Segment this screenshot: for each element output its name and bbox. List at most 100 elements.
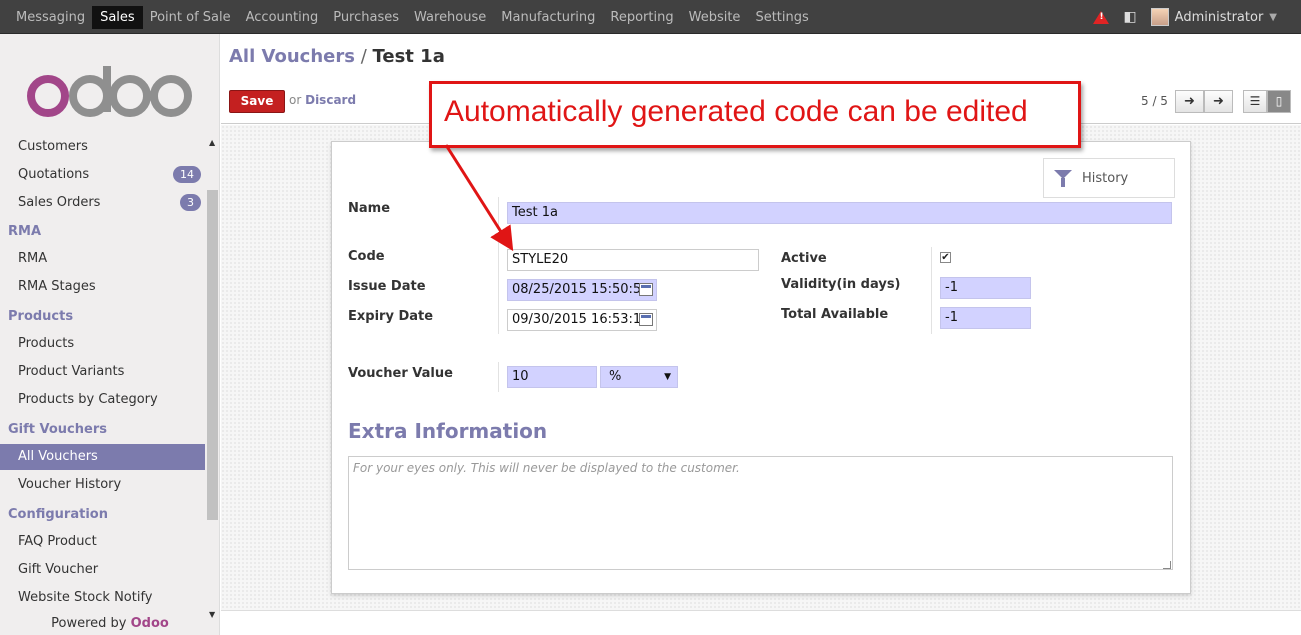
sidebar-item-label: All Vouchers — [18, 449, 98, 464]
topmenu-sales[interactable]: Sales — [92, 5, 143, 29]
sidebar-scrollbar[interactable]: ▲ ▼ — [207, 138, 218, 620]
sidebar-item-website-stock-notify[interactable]: Website Stock Notify — [0, 585, 205, 611]
code-field[interactable]: STYLE20 — [507, 249, 759, 271]
sidebar-section-products: Products — [8, 309, 73, 324]
sidebar-item-products-by-category[interactable]: Products by Category — [0, 387, 205, 413]
scroll-thumb[interactable] — [207, 190, 218, 520]
sidebar-menu: Customers Quotations 14 Sales Orders 3 RMA RMA… — [0, 134, 205, 614]
pager-value: 5 / 5 — [1141, 94, 1168, 108]
total-available-field[interactable]: -1 — [940, 307, 1031, 329]
content-footer — [221, 610, 1301, 635]
next-record-button[interactable]: ➜ — [1204, 90, 1233, 113]
calendar-icon[interactable] — [639, 283, 653, 296]
topmenu-warehouse[interactable]: Warehouse — [414, 5, 486, 30]
filter-icon — [1054, 170, 1072, 187]
breadcrumb: All Vouchers / Test 1a — [229, 46, 445, 67]
sidebar: Customers Quotations 14 Sales Orders 3 RMA RMA… — [0, 34, 220, 635]
count-badge: 3 — [180, 194, 201, 211]
chevron-down-icon[interactable]: ▼ — [1269, 12, 1277, 23]
or-label: or — [289, 93, 302, 107]
sidebar-item-label: Sales Orders — [18, 195, 101, 210]
topmenu-accounting[interactable]: Accounting — [246, 5, 319, 30]
resize-handle[interactable] — [1163, 561, 1171, 569]
sidebar-item-label: Product Variants — [18, 364, 125, 379]
history-button[interactable]: History — [1043, 158, 1175, 198]
sidebar-item-label: FAQ Product — [18, 534, 97, 549]
warning-icon[interactable] — [1093, 10, 1110, 24]
chevron-down-icon: ▼ — [664, 372, 671, 382]
powered-by: Powered by Odoo — [0, 616, 220, 631]
previous-record-button[interactable]: ➜ — [1175, 90, 1204, 113]
sidebar-item-all-vouchers[interactable]: All Vouchers — [0, 444, 205, 470]
sidebar-section-configuration: Configuration — [8, 507, 108, 522]
sidebar-item-rma[interactable]: RMA — [0, 246, 205, 272]
topmenu-messaging[interactable]: Messaging — [16, 5, 85, 30]
sidebar-item-label: Products — [8, 309, 74, 324]
user-area: ◧ Administrator ▼ — [1093, 0, 1277, 34]
sidebar-item-label: Gift Vouchers — [8, 422, 107, 437]
sidebar-item-label: Quotations — [18, 167, 90, 182]
annotation-callout: Automatically generated code can be edit… — [429, 81, 1081, 148]
voucher-unit-value: % — [609, 369, 622, 384]
expiry-date-value: 09/30/2015 16:53:16 — [512, 312, 650, 327]
topmenu-manufacturing[interactable]: Manufacturing — [501, 5, 595, 30]
notes-textarea[interactable]: For your eyes only. This will never be d… — [348, 456, 1173, 570]
sidebar-item-label: Voucher History — [18, 477, 122, 492]
sidebar-item-label: RMA Stages — [18, 279, 96, 294]
active-checkbox[interactable]: ✔ — [940, 252, 951, 263]
form-view-icon[interactable]: ▯ — [1267, 90, 1291, 113]
top-navbar: Messaging Sales Point of Sale Accounting Pur… — [0, 0, 1301, 34]
topmenu-point-of-sale[interactable]: Point of Sale — [150, 5, 231, 30]
sidebar-item-label: Products by Category — [18, 392, 158, 407]
name-field[interactable]: Test 1a — [507, 202, 1172, 224]
voucher-value-field[interactable]: 10 — [507, 366, 597, 388]
sidebar-item-customers[interactable]: Customers — [0, 134, 205, 160]
list-view-icon[interactable]: ☰ — [1243, 90, 1267, 113]
powered-by-link[interactable]: Odoo — [131, 616, 169, 631]
calendar-icon[interactable] — [639, 313, 653, 326]
pager-buttons: ➜ ➜ — [1175, 90, 1233, 113]
top-menu: Messaging Sales Point of Sale Accounting Pur… — [16, 0, 824, 34]
validity-label: Validity(in days) — [781, 277, 901, 292]
powered-by-label: Powered by — [51, 616, 127, 631]
extra-info-title: Extra Information — [348, 419, 548, 443]
sidebar-item-label: RMA — [8, 224, 42, 239]
discard-area: or Discard — [289, 93, 356, 107]
sidebar-item-voucher-history[interactable]: Voucher History — [0, 472, 205, 498]
sidebar-item-gift-voucher[interactable]: Gift Voucher — [0, 557, 205, 583]
voucher-unit-select[interactable]: % ▼ — [600, 366, 678, 388]
expiry-date-field[interactable]: 09/30/2015 16:53:16 — [507, 309, 657, 331]
issue-date-field[interactable]: 08/25/2015 15:50:54 — [507, 279, 657, 301]
topmenu-website[interactable]: Website — [689, 5, 741, 30]
sidebar-item-label: Products — [18, 336, 75, 351]
topmenu-reporting[interactable]: Reporting — [610, 5, 673, 30]
divider — [931, 247, 932, 334]
issue-date-value: 08/25/2015 15:50:54 — [512, 282, 650, 297]
user-menu[interactable]: Administrator — [1175, 10, 1264, 25]
scroll-up-icon[interactable]: ▲ — [209, 138, 215, 147]
sidebar-item-label: Customers — [18, 139, 88, 154]
breadcrumb-parent[interactable]: All Vouchers — [229, 46, 355, 67]
code-label: Code — [348, 249, 385, 264]
topmenu-purchases[interactable]: Purchases — [333, 5, 399, 30]
sidebar-item-label: RMA — [18, 251, 48, 266]
avatar — [1150, 8, 1169, 26]
save-button[interactable]: Save — [229, 90, 285, 113]
sidebar-item-sales-orders[interactable]: Sales Orders 3 — [0, 190, 205, 216]
chat-icon[interactable]: ◧ — [1123, 9, 1136, 25]
voucher-value-label: Voucher Value — [348, 366, 453, 381]
sidebar-item-products[interactable]: Products — [0, 331, 205, 357]
divider — [498, 362, 499, 392]
sidebar-item-faq-product[interactable]: FAQ Product — [0, 529, 205, 555]
history-label: History — [1082, 171, 1129, 186]
odoo-logo[interactable] — [24, 62, 194, 122]
annotation-text: Automatically generated code can be edit… — [444, 95, 1028, 128]
sidebar-section-gift-vouchers: Gift Vouchers — [8, 422, 107, 437]
total-available-label: Total Available — [781, 307, 889, 322]
validity-field[interactable]: -1 — [940, 277, 1031, 299]
sidebar-item-quotations[interactable]: Quotations 14 — [0, 162, 205, 188]
sidebar-item-product-variants[interactable]: Product Variants — [0, 359, 205, 385]
discard-button[interactable]: Discard — [305, 93, 356, 107]
topmenu-settings[interactable]: Settings — [755, 5, 808, 30]
sidebar-item-rma-stages[interactable]: RMA Stages — [0, 274, 205, 300]
